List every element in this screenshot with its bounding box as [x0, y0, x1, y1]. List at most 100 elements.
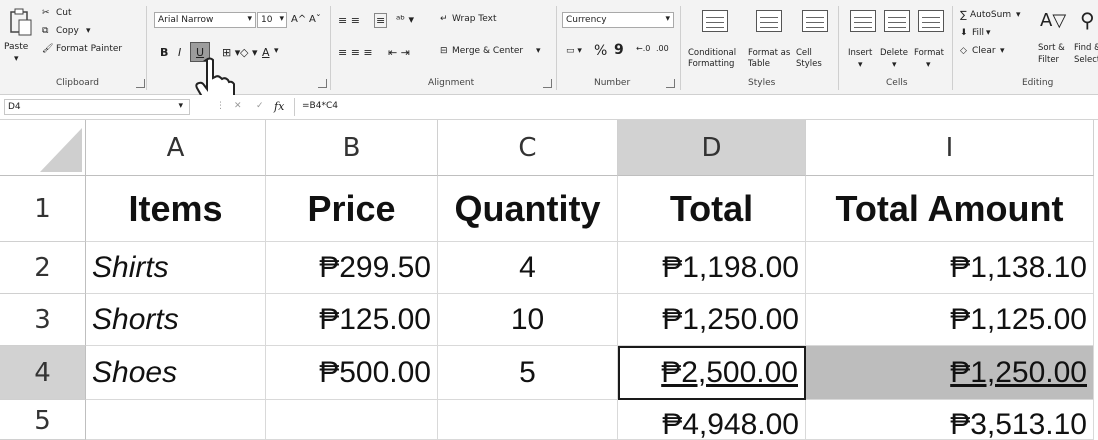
font-size-select[interactable]: 10 ▾: [257, 12, 287, 28]
number-launcher[interactable]: [666, 79, 675, 88]
indent-icon[interactable]: ⇤ ⇥: [388, 46, 410, 59]
cell-c2[interactable]: 4: [438, 242, 618, 294]
fill-color-icon[interactable]: ◇ ▾: [240, 46, 257, 59]
select-all-triangle-icon: [40, 128, 82, 172]
cell-i2[interactable]: ₱1,138.10: [806, 242, 1094, 294]
clipboard-launcher[interactable]: [136, 79, 145, 88]
cell-c4[interactable]: 5: [438, 346, 618, 400]
chevron-down-icon: ▾: [665, 14, 670, 24]
cell-c5[interactable]: [438, 400, 618, 440]
italic-button[interactable]: I: [178, 46, 181, 59]
column-header-i[interactable]: I: [806, 120, 1094, 176]
cell-d1[interactable]: Total: [618, 176, 806, 242]
enter-icon[interactable]: ✓: [256, 101, 264, 111]
cell-a1[interactable]: Items: [86, 176, 266, 242]
cell-d5[interactable]: ₱4,948.00: [618, 400, 806, 440]
fill-label: Fill: [972, 28, 985, 38]
cell-i3[interactable]: ₱1,125.00: [806, 294, 1094, 346]
cell-i5[interactable]: ₱3,513.10: [806, 400, 1094, 440]
font-color-button[interactable]: A: [262, 46, 270, 59]
cell-d2[interactable]: ₱1,198.00: [618, 242, 806, 294]
alignment-launcher[interactable]: [543, 79, 552, 88]
cell-c3[interactable]: 10: [438, 294, 618, 346]
select-all-corner[interactable]: [0, 120, 86, 176]
copy-icon: ⧉: [42, 26, 49, 36]
divider: [838, 6, 839, 90]
insert-cells-icon: [850, 10, 876, 32]
cell-styles-label: Cell Styles: [796, 48, 822, 69]
cell-b4[interactable]: ₱500.00: [266, 346, 438, 400]
cell-b2[interactable]: ₱299.50: [266, 242, 438, 294]
wrap-text-label: Wrap Text: [452, 14, 497, 24]
sort-filter-button[interactable]: A▽ Sort & Filter: [1030, 6, 1070, 72]
increase-decimal-icon[interactable]: ←.0: [636, 44, 650, 53]
cell-d3[interactable]: ₱1,250.00: [618, 294, 806, 346]
number-format-select[interactable]: Currency ▾: [562, 12, 674, 28]
cell-c1[interactable]: Quantity: [438, 176, 618, 242]
edge: [1094, 120, 1098, 420]
percent-button[interactable]: %: [594, 43, 607, 59]
chevron-down-icon: ▾: [1000, 46, 1005, 56]
font-launcher[interactable]: [318, 79, 327, 88]
divider: [680, 6, 681, 90]
bold-button[interactable]: B: [160, 46, 168, 59]
decrease-decimal-icon[interactable]: .00: [656, 44, 669, 53]
cell-a4[interactable]: Shoes: [86, 346, 266, 400]
number-group-label: Number: [594, 78, 631, 88]
magnifier-icon: ⚲: [1080, 8, 1095, 32]
cell-i4-selected[interactable]: ₱1,250.00: [806, 346, 1094, 400]
align-left-icon[interactable]: ≡ ≡ ≡: [338, 46, 373, 59]
paste-button[interactable]: Paste ▾: [4, 6, 36, 72]
cell-a3[interactable]: Shorts: [86, 294, 266, 346]
cell-b5[interactable]: [266, 400, 438, 440]
cell-b1[interactable]: Price: [266, 176, 438, 242]
cell-b3[interactable]: ₱125.00: [266, 294, 438, 346]
chevron-down-icon[interactable]: ▾: [274, 46, 279, 56]
row-header-1[interactable]: 1: [0, 176, 86, 242]
column-header-b[interactable]: B: [266, 120, 438, 176]
formula-bar: D4 ▾ ⋮ ✕ ✓ fx =B4*C4: [0, 95, 1098, 120]
insert-button[interactable]: Insert ▾: [846, 6, 880, 72]
chevron-down-icon: ▾: [536, 46, 541, 56]
name-box[interactable]: D4 ▾: [4, 99, 190, 115]
ribbon: Paste ▾ ✂ Cut ⧉ Copy ▾ 🖌 Format Painter …: [0, 0, 1098, 111]
accounting-icon[interactable]: ▭ ▾: [566, 46, 582, 56]
delete-button[interactable]: Delete ▾: [880, 6, 914, 72]
find-select-button[interactable]: ⚲ Find & Select: [1070, 6, 1098, 72]
row-header-3[interactable]: 3: [0, 294, 86, 346]
clipboard-group-label: Clipboard: [56, 78, 99, 88]
column-header-c[interactable]: C: [438, 120, 618, 176]
column-header-d[interactable]: D: [618, 120, 806, 176]
row-header-4[interactable]: 4: [0, 346, 86, 400]
increase-font-icon[interactable]: A^: [291, 14, 306, 25]
chevron-down-icon: ▾: [1016, 10, 1021, 20]
cell-a5[interactable]: [86, 400, 266, 440]
decrease-font-icon[interactable]: Aˇ: [309, 14, 321, 25]
cell-i1[interactable]: Total Amount: [806, 176, 1094, 242]
cell-a2[interactable]: Shirts: [86, 242, 266, 294]
orientation-icon[interactable]: ᵃᵇ ▾: [396, 13, 414, 26]
formula-input[interactable]: =B4*C4: [302, 101, 338, 111]
conditional-formatting-button[interactable]: Conditional Formatting: [688, 6, 744, 72]
align-top-icon[interactable]: ≡ ≡: [338, 14, 360, 27]
cell-d4-active[interactable]: ₱2,500.00: [618, 346, 806, 400]
merge-icon: ⊟: [440, 46, 448, 56]
format-as-table-button[interactable]: Format as Table: [748, 6, 794, 72]
clear-label: Clear: [972, 46, 996, 56]
format-button[interactable]: Format ▾: [914, 6, 950, 72]
font-name-select[interactable]: Arial Narrow ▾: [154, 12, 256, 28]
name-box-value: D4: [8, 102, 21, 112]
paste-label: Paste: [4, 42, 29, 52]
align-bottom-icon[interactable]: ≡: [374, 13, 388, 28]
row-header-5[interactable]: 5: [0, 400, 86, 440]
fill-down-icon: ⬇: [960, 28, 968, 38]
insert-function-icon[interactable]: fx: [274, 100, 284, 113]
autosum-label: AutoSum: [970, 10, 1012, 20]
comma-button[interactable]: 9: [614, 42, 624, 58]
cancel-icon[interactable]: ✕: [234, 101, 242, 111]
cell-styles-button[interactable]: Cell Styles: [796, 6, 834, 72]
row-header-2[interactable]: 2: [0, 242, 86, 294]
cut-label: Cut: [56, 8, 72, 18]
column-header-a[interactable]: A: [86, 120, 266, 176]
chevron-down-icon: ▾: [892, 60, 897, 70]
